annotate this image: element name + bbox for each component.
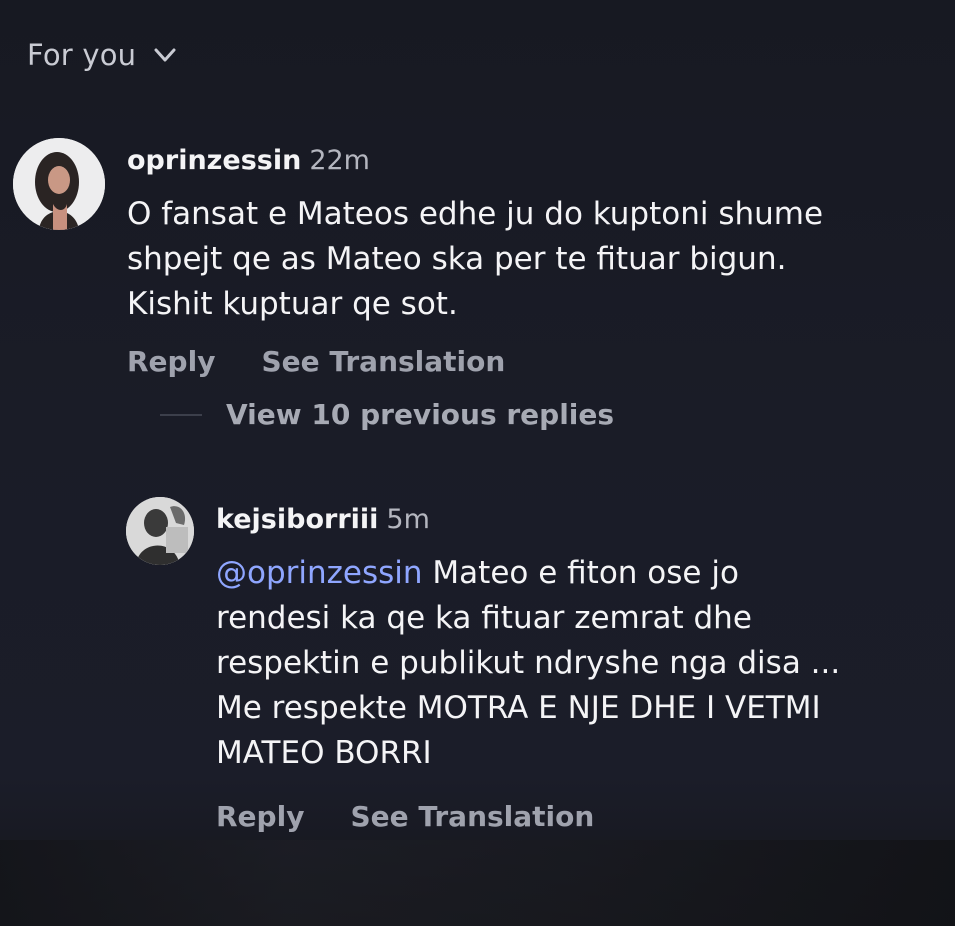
bottom-blur-overlay — [0, 840, 955, 926]
avatar[interactable] — [13, 138, 105, 230]
see-translation-button[interactable]: See Translation — [261, 345, 505, 378]
avatar[interactable] — [126, 497, 194, 565]
username[interactable]: kejsiborriii — [216, 504, 378, 535]
view-replies-label: View 10 previous replies — [226, 398, 615, 431]
profile-photo-avatar — [13, 138, 105, 230]
reply-button[interactable]: Reply — [127, 345, 215, 378]
reply-text: @oprinzessin Mateo e fiton ose jo rendes… — [216, 551, 946, 776]
view-previous-replies[interactable]: View 10 previous replies — [160, 398, 614, 431]
feed-selector[interactable]: For you — [27, 38, 178, 72]
thread-line — [160, 413, 202, 416]
comment-actions: Reply See Translation — [127, 345, 505, 378]
comment-text: O fansat e Mateos edhe ju do kuptoni shu… — [127, 196, 824, 322]
timestamp: 22m — [309, 145, 370, 176]
reply-actions: Reply See Translation — [216, 800, 594, 833]
comment-header: oprinzessin 22m — [127, 145, 370, 176]
username[interactable]: oprinzessin — [127, 145, 301, 176]
profile-photo-avatar — [126, 497, 194, 565]
chevron-down-icon — [154, 48, 176, 62]
timestamp: 5m — [386, 504, 430, 535]
mention-link[interactable]: @oprinzessin — [216, 555, 423, 591]
reply-button[interactable]: Reply — [216, 800, 304, 833]
reply-header: kejsiborriii 5m — [216, 504, 430, 535]
see-translation-button[interactable]: See Translation — [350, 800, 594, 833]
feed-label: For you — [27, 38, 137, 72]
